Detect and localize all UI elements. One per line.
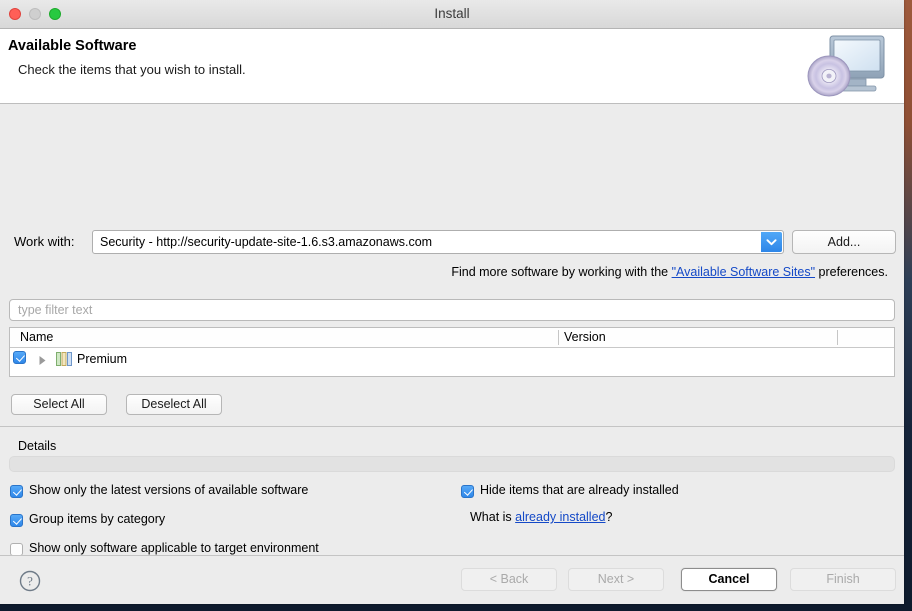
software-tree[interactable]: Name Version (9, 327, 895, 377)
window-titlebar: Install (0, 0, 904, 29)
details-label: Details (18, 439, 56, 453)
already-installed-link[interactable]: already installed (515, 510, 605, 524)
work-with-label: Work with: (14, 234, 74, 249)
available-software-sites-link[interactable]: "Available Software Sites" (672, 265, 815, 279)
column-header-name[interactable]: Name (14, 328, 53, 347)
chevron-down-icon[interactable] (761, 232, 782, 252)
option-label: Show only software applicable to target … (29, 541, 319, 556)
dialog-banner: Available Software Check the items that … (0, 29, 904, 104)
filter-input[interactable]: type filter text (9, 299, 895, 321)
question-mark-icon[interactable]: ? (19, 570, 41, 592)
option-show-latest-versions[interactable]: Show only the latest versions of availab… (10, 483, 308, 498)
whatis-suffix: ? (606, 510, 613, 524)
dialog-content: Work with: Security - http://security-up… (0, 104, 904, 558)
tree-column-headers: Name Version (10, 328, 894, 348)
checkbox[interactable] (10, 485, 23, 501)
back-button[interactable]: < Back (461, 568, 557, 591)
option-group-by-category[interactable]: Group items by category (10, 512, 165, 527)
option-label: Show only the latest versions of availab… (29, 483, 308, 498)
checkbox[interactable] (10, 514, 23, 530)
triangle-right-icon[interactable] (38, 353, 47, 371)
cancel-button[interactable]: Cancel (681, 568, 777, 591)
add-site-button[interactable]: Add... (792, 230, 896, 254)
finish-button[interactable]: Finish (790, 568, 896, 591)
column-divider[interactable] (558, 330, 559, 345)
find-more-prefix: Find more software by working with the (451, 265, 671, 279)
column-header-version[interactable]: Version (558, 328, 606, 347)
option-label: Hide items that are already installed (480, 483, 679, 498)
tree-item-label: Premium (77, 348, 127, 370)
section-divider (0, 426, 904, 427)
find-more-software-hint: Find more software by working with the "… (451, 265, 888, 279)
column-divider[interactable] (837, 330, 838, 345)
select-all-button[interactable]: Select All (11, 394, 107, 415)
page-title: Available Software (8, 38, 136, 54)
deselect-all-button[interactable]: Deselect All (126, 394, 222, 415)
work-with-value: Security - http://security-update-site-1… (100, 231, 432, 253)
option-label: Group items by category (29, 512, 165, 527)
what-is-already-installed: What is already installed? (470, 510, 612, 524)
window-title: Install (0, 0, 904, 28)
option-hide-already-installed[interactable]: Hide items that are already installed (461, 483, 679, 498)
work-with-combobox[interactable]: Security - http://security-update-site-1… (92, 230, 784, 254)
find-more-suffix: preferences. (815, 265, 888, 279)
next-button[interactable]: Next > (568, 568, 664, 591)
svg-text:?: ? (27, 574, 33, 589)
page-subtitle: Check the items that you wish to install… (18, 62, 246, 77)
install-dialog-window: Install Available Software Check the ite… (0, 0, 904, 604)
checkbox[interactable] (461, 485, 474, 501)
option-applicable-to-target[interactable]: Show only software applicable to target … (10, 541, 319, 556)
category-icon (56, 352, 73, 366)
filter-placeholder: type filter text (18, 300, 92, 320)
monitor-disc-icon (804, 33, 890, 99)
row-checkbox[interactable] (13, 351, 26, 369)
dialog-footer: ? < Back Next > Cancel Finish (0, 555, 904, 604)
details-text-area (9, 456, 895, 472)
whatis-prefix: What is (470, 510, 515, 524)
table-row[interactable]: Premium (10, 348, 894, 370)
